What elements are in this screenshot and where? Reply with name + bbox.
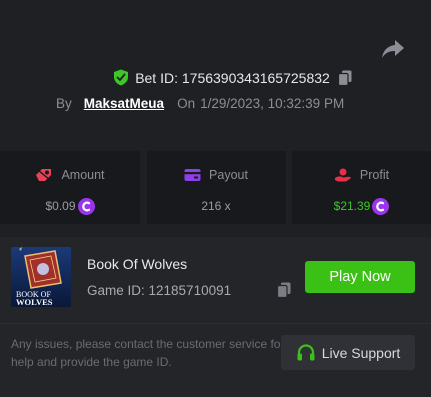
profit-value: $21.39 (333, 199, 371, 213)
bet-id-text: Bet ID: 1756390343165725832 (135, 69, 330, 86)
divider (0, 323, 431, 324)
coin-icon (372, 197, 390, 215)
game-thumbnail[interactable]: BOOK OF WOLVES (11, 247, 71, 307)
profit-card: Profit $21.39 (292, 151, 431, 224)
payout-card: Payout 216 x (146, 151, 286, 224)
copy-icon[interactable] (277, 282, 291, 298)
game-name: Book Of Wolves (87, 256, 188, 272)
profit-label: Profit (359, 168, 390, 182)
support-note: Any issues, please contact the customer … (11, 337, 285, 369)
game-panel: BOOK OF WOLVES Book Of Wolves Game ID: 1… (0, 237, 431, 397)
profit-hand-icon (334, 168, 351, 182)
payout-value: 216 x (201, 199, 231, 213)
bet-datetime: 1/29/2023, 10:32:39 PM (200, 96, 345, 111)
by-label: By (56, 96, 72, 111)
share-icon[interactable] (381, 38, 405, 60)
amount-value: $0.09 (45, 199, 76, 213)
copy-icon[interactable] (337, 70, 352, 86)
live-support-button[interactable]: Live Support (281, 335, 415, 370)
payout-label: Payout (209, 168, 248, 182)
coin-icon (77, 197, 95, 215)
wallet-icon (184, 169, 201, 181)
amount-card: Amount $0.09 (0, 151, 140, 224)
bet-id-row: Bet ID: 1756390343165725832 (0, 69, 431, 86)
game-id: Game ID: 12185710091 (87, 283, 232, 298)
amount-label: Amount (61, 168, 105, 182)
play-now-button[interactable]: Play Now (305, 261, 415, 293)
username-link[interactable]: MaksatMeua (84, 96, 164, 111)
verified-shield-icon (114, 69, 129, 86)
headset-icon (297, 343, 315, 360)
svg-text:WOLVES: WOLVES (16, 297, 53, 307)
live-support-label: Live Support (321, 344, 401, 361)
bet-meta-row: By MaksatMeua On 1/29/2023, 10:32:39 PM (56, 96, 344, 111)
bet-stats: Amount $0.09 Payout 216 x Profit $21.39 (0, 151, 431, 224)
on-label: On (177, 96, 196, 111)
bet-chip-icon (36, 169, 52, 181)
